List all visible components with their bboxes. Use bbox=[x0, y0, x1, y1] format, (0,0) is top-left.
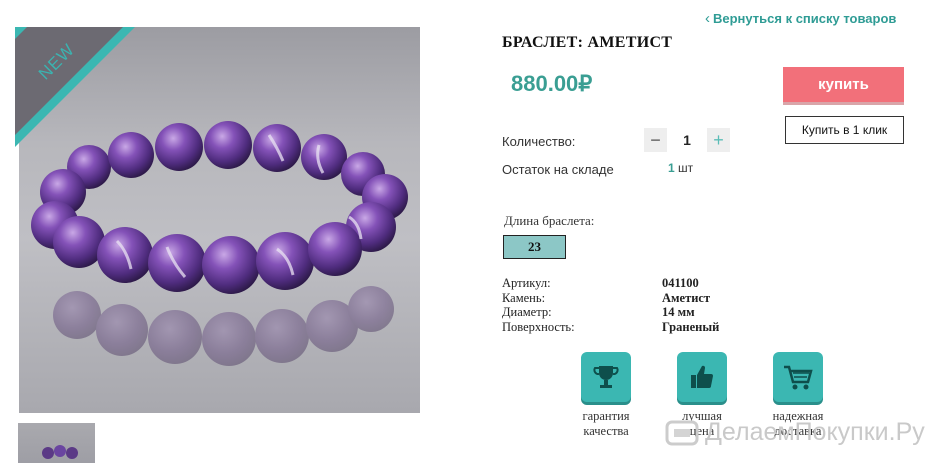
spec-value: Граненый bbox=[662, 319, 720, 334]
spec-key: Артикул: bbox=[502, 276, 551, 290]
stock-label: Остаток на складе bbox=[502, 162, 614, 177]
thumbs-up-icon bbox=[677, 352, 727, 402]
feature-quality: гарантия качества bbox=[566, 352, 646, 439]
back-to-list-label: Вернуться к списку товаров bbox=[713, 11, 897, 26]
stock-value: 1 шт bbox=[668, 161, 693, 175]
trophy-icon bbox=[581, 352, 631, 402]
bracelet-length-label: Длина браслета: bbox=[504, 213, 595, 228]
thumbnail-bracelet-icon bbox=[42, 445, 78, 459]
back-to-list-link[interactable]: ‹ Вернуться к списку товаров bbox=[705, 10, 896, 27]
spec-key: Диаметр: bbox=[502, 305, 552, 319]
spec-key: Поверхность: bbox=[502, 319, 575, 334]
buy-button[interactable]: купить bbox=[783, 67, 904, 105]
feature-caption: гарантия качества bbox=[566, 409, 646, 439]
spec-value: 14 мм bbox=[662, 305, 695, 319]
product-price: 880.00₽ bbox=[511, 71, 593, 96]
watermark-text: ДелаемПокупки.Ру bbox=[705, 418, 925, 446]
quantity-decrease-button[interactable]: − bbox=[644, 128, 667, 152]
watermark: ДелаемПокупки.Ру bbox=[665, 418, 925, 447]
quantity-increase-button[interactable]: + bbox=[707, 128, 730, 152]
stock-count: 1 bbox=[668, 161, 675, 175]
feature-caption-line: качества bbox=[583, 424, 629, 438]
spec-key: Камень: bbox=[502, 290, 546, 305]
spec-value: 041100 bbox=[662, 276, 699, 290]
feature-caption-line: гарантия bbox=[582, 409, 630, 423]
bracelet-length-option[interactable]: 23 bbox=[503, 235, 566, 259]
watermark-logo-icon bbox=[665, 420, 699, 445]
product-main-image[interactable] bbox=[19, 27, 420, 413]
product-thumbnail[interactable] bbox=[18, 423, 95, 463]
spec-value: Аметист bbox=[662, 290, 711, 305]
stock-unit: шт bbox=[678, 161, 694, 175]
one-click-buy-button[interactable]: Купить в 1 клик bbox=[785, 116, 904, 144]
quantity-label: Количество: bbox=[502, 134, 576, 149]
cart-icon bbox=[773, 352, 823, 402]
quantity-value[interactable]: 1 bbox=[676, 132, 698, 148]
chevron-left-icon: ‹ bbox=[705, 10, 710, 27]
bracelet-illustration bbox=[31, 121, 408, 366]
product-title: БРАСЛЕТ: АМЕТИСТ bbox=[502, 34, 673, 51]
